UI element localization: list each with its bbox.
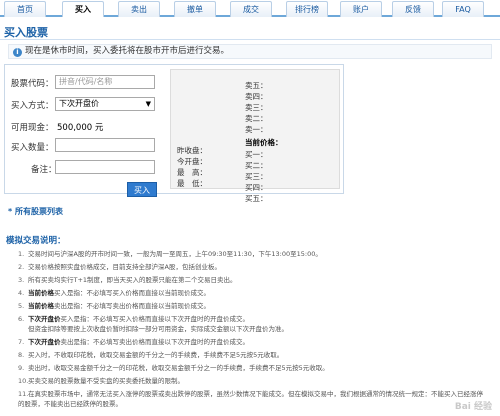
rule-text: 所有买卖均实行T+1制度，即当天买入的股票只能在第二个交易日卖出。 xyxy=(28,276,237,284)
tab-ranking[interactable]: 排行榜 xyxy=(286,1,328,17)
stock-code-input[interactable]: 拼音/代码/名称 xyxy=(55,75,155,89)
rule-text: 但资金扣除等要按上次收盘价暂时扣除一部分可用资金，实际成交金额以下次开盘价为准。 xyxy=(28,325,288,333)
current-price-label: 当前价格： xyxy=(245,138,283,147)
buy4-label: 买四： xyxy=(245,183,268,192)
watermark-logo: Bai 经验 xyxy=(454,402,492,412)
buy5-label: 买五： xyxy=(245,194,268,203)
rule-item: 9. 卖出时，收取交易金额千分之一的印花税，收取交易金额千分之一的手续费，手续费不… xyxy=(18,362,329,372)
rule-number: 5. xyxy=(18,302,25,310)
buy1-label: 买一： xyxy=(245,150,268,159)
tab-sell[interactable]: 卖出 xyxy=(118,1,160,17)
buy3-label: 买三： xyxy=(245,172,268,181)
rule-number: 8. xyxy=(18,351,25,359)
rules-title: 模拟交易说明： xyxy=(6,236,66,246)
quote-panel: 卖五： 卖四： 卖三： 卖二： 卖一： 当前价格： 买一： 买二： 买三： 买四… xyxy=(170,69,340,203)
tab-home[interactable]: 首页 xyxy=(4,1,46,17)
sell4-label: 卖四： xyxy=(245,92,268,101)
rule-text: 卖出是指：不必填写卖出价格而直接以下次开盘时的开盘价成交。 xyxy=(60,338,250,346)
rule-text: 买入是指：不必填写买入价格而直接以下次开盘时的开盘价成交。 xyxy=(60,315,250,323)
rule-keyword: 下次开盘价 xyxy=(28,338,61,346)
quantity-label: 买入数量： xyxy=(11,143,54,153)
buy-mode-label: 买入方式： xyxy=(11,101,54,111)
sell3-label: 卖三： xyxy=(245,103,268,112)
buy-form: 股票代码： 拼音/代码/名称 买入方式： 下次开盘价 ▼ 可用现金： 500,0… xyxy=(4,64,344,203)
rule-item: 3. 所有买卖均实行T+1制度，即当天买入的股票只能在第二个交易日卖出。 xyxy=(18,274,237,284)
notice-text: 现在是休市时间，买入委托将在股市开市后进行交易。 xyxy=(25,46,230,56)
rule-keyword: 当前价格 xyxy=(28,289,54,297)
tab-cancel[interactable]: 撤单 xyxy=(174,1,216,17)
tab-faq[interactable]: FAQ xyxy=(442,1,484,17)
rule-item: 10.买卖交易的股票数量不受实盘的买卖委托数量的限制。 xyxy=(18,375,184,385)
info-icon: i xyxy=(13,48,22,57)
rule-item: 8. 买入时，不收取印花税，收取交易金额的千分之一的手续费，手续费不足5元按5元收… xyxy=(18,349,283,359)
rule-number: 2. xyxy=(18,263,25,271)
tab-deals[interactable]: 成交 xyxy=(230,1,272,17)
page-title: 买入股票 xyxy=(4,26,48,39)
rule-item: 6. 下次开盘价买入是指：不必填写买入价格而直接以下次开盘时的开盘价成交。 xyxy=(18,313,249,323)
rule-item: 1. 交易时间与沪深A股的开市时间一致，一般为周一至周五，上午09:30至11:3… xyxy=(18,248,322,258)
rule-keyword: 下次开盘价 xyxy=(28,315,61,323)
rule-item: 11.在真实股票市场中，通常无法买入涨停的股票或卖出跌停的股票，虽然少数情况下能… xyxy=(18,388,488,408)
rule-item: 但资金扣除等要按上次收盘价暂时扣除一部分可用资金，实际成交金额以下次开盘价为准。 xyxy=(28,323,288,333)
cash-value: 500,000 元 xyxy=(57,123,104,133)
stock-code-label: 股票代码： xyxy=(11,79,54,89)
rule-number: 7. xyxy=(18,338,25,346)
market-closed-notice: i 现在是休市时间，买入委托将在股市开市后进行交易。 xyxy=(8,44,492,59)
rule-text: 卖出时，收取交易金额千分之一的印花税，收取交易金额千分之一的手续费，手续费不足5… xyxy=(28,364,329,372)
rule-number: 10. xyxy=(18,377,29,385)
tab-feedback[interactable]: 反馈 xyxy=(392,1,434,17)
dropdown-arrow-icon: ▼ xyxy=(145,100,151,108)
buy2-label: 买二： xyxy=(245,161,268,170)
rule-number: 6. xyxy=(18,315,25,323)
rule-number: 4. xyxy=(18,289,25,297)
top-nav-tabs: 首页 买入 卖出 撤单 成交 排行榜 账户 反馈 FAQ xyxy=(0,0,500,17)
rule-text: 交易时间与沪深A股的开市时间一致，一般为周一至周五，上午09:30至11:30，… xyxy=(28,250,322,258)
quantity-input[interactable] xyxy=(55,138,155,152)
today-open-label: 今开盘： xyxy=(177,157,207,166)
note-input[interactable] xyxy=(55,160,155,174)
buy-button[interactable]: 买入 xyxy=(127,182,157,197)
low-label: 最 低： xyxy=(177,179,207,188)
high-label: 最 高： xyxy=(177,168,207,177)
rule-text: 在真实股票市场中，通常无法买入涨停的股票或卖出跌停的股票，虽然少数情况下能成交。… xyxy=(18,390,483,408)
all-stocks-link[interactable]: * 所有股票列表 xyxy=(8,206,63,217)
tab-buy[interactable]: 买入 xyxy=(62,1,104,17)
rule-item: 7. 下次开盘价卖出是指：不必填写卖出价格而直接以下次开盘时的开盘价成交。 xyxy=(18,336,249,346)
rule-number: 9. xyxy=(18,364,25,372)
tab-account[interactable]: 账户 xyxy=(340,1,382,17)
sell1-label: 卖一： xyxy=(245,125,268,134)
sell2-label: 卖二： xyxy=(245,114,268,123)
prev-close-label: 昨收盘： xyxy=(177,146,207,155)
rule-item: 5. 当前价格卖出是指：不必填写卖出价格而直接以当前现价成交。 xyxy=(18,300,210,310)
rule-number: 3. xyxy=(18,276,25,284)
rule-number: 11. xyxy=(18,390,29,398)
rule-text: 买入时，不收取印花税，收取交易金额的千分之一的手续费，手续费不足5元按5元收取。 xyxy=(28,351,284,359)
rule-text: 交易价格按照实盘价格成交，目前支持全部沪深A股，包括创业板。 xyxy=(28,263,221,271)
rule-number: 1. xyxy=(18,250,25,258)
rule-item: 4. 当前价格买入是指：不必填写买入价格而直接以当前现价成交。 xyxy=(18,287,210,297)
rule-text: 买入是指：不必填写买入价格而直接以当前现价成交。 xyxy=(54,289,210,297)
sell5-label: 卖五： xyxy=(245,81,268,90)
rule-text: 买卖交易的股票数量不受实盘的买卖委托数量的限制。 xyxy=(28,377,184,385)
rule-text: 卖出是指：不必填写卖出价格而直接以当前现价成交。 xyxy=(54,302,210,310)
note-label: 备注： xyxy=(31,165,57,175)
rule-keyword: 当前价格 xyxy=(28,302,54,310)
buy-mode-value: 下次开盘价 xyxy=(59,99,99,108)
cash-label: 可用现金： xyxy=(11,123,54,133)
title-divider xyxy=(0,39,500,40)
rule-item: 2. 交易价格按照实盘价格成交，目前支持全部沪深A股，包括创业板。 xyxy=(18,261,221,271)
buy-mode-select[interactable]: 下次开盘价 ▼ xyxy=(55,97,155,111)
